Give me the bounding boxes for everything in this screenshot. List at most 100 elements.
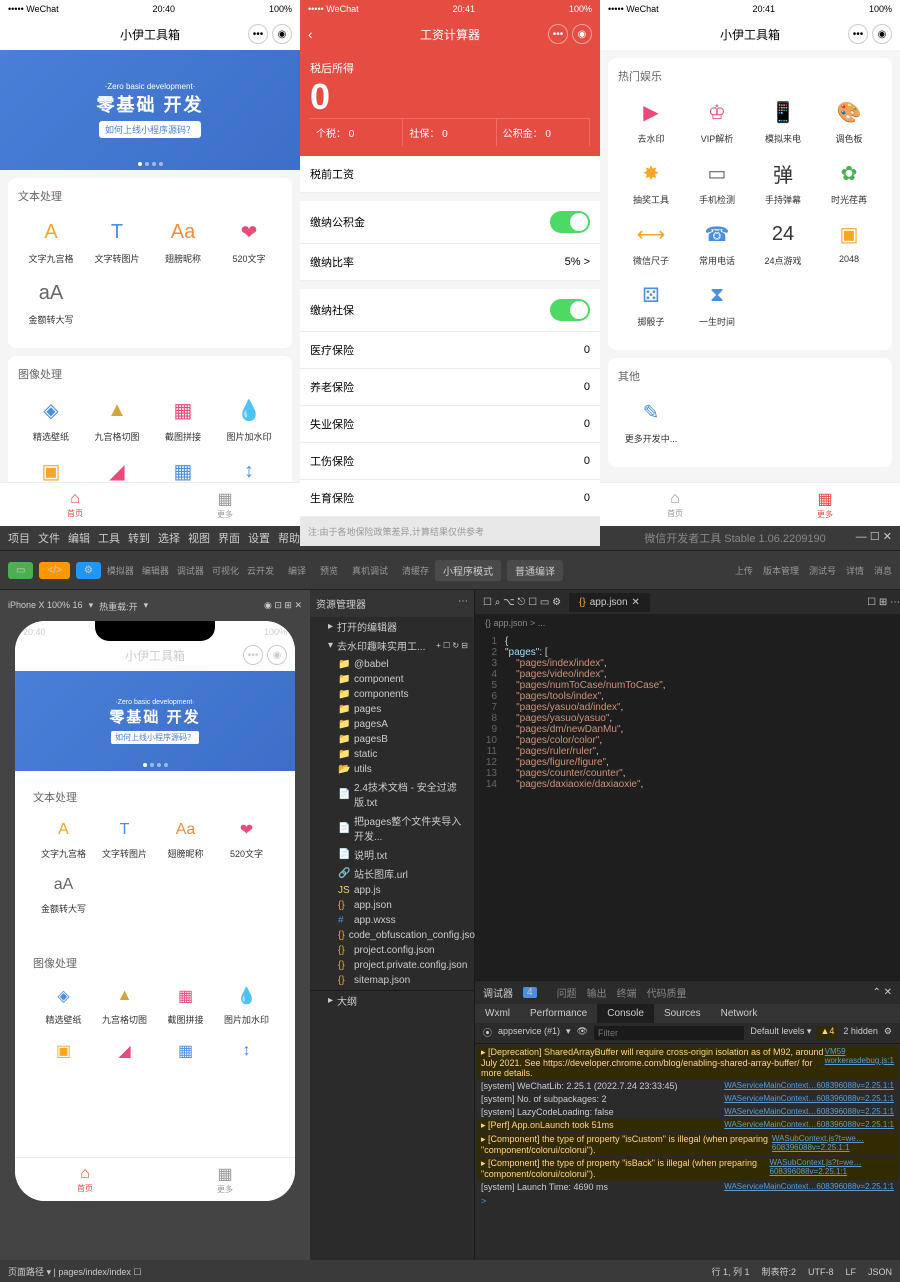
grid-item[interactable]: 2424点游戏 xyxy=(750,218,816,267)
banner[interactable]: ·Zero basic development· 零基础 开发 如何上线小程序源… xyxy=(0,50,300,170)
footer-item[interactable]: UTF-8 xyxy=(808,1267,834,1277)
tree-item[interactable]: JSapp.js xyxy=(310,883,474,898)
debugger-top-tab[interactable]: 代码质量 xyxy=(647,989,687,1000)
menu-item[interactable]: 项目 xyxy=(8,533,30,545)
grid-item[interactable]: A文字九宫格 xyxy=(18,216,84,265)
grid-item[interactable]: ▦ xyxy=(155,1038,216,1068)
list-item[interactable]: 缴纳社保 xyxy=(300,289,600,332)
debugger-top-tab[interactable]: 输出 xyxy=(587,989,607,1000)
menu-item[interactable]: 工具 xyxy=(98,533,120,545)
console-prompt[interactable]: > xyxy=(477,1194,898,1208)
grid-item[interactable]: ◈精选壁纸 xyxy=(33,983,94,1026)
tree-item[interactable]: {}sitemap.json xyxy=(310,973,474,988)
tree-item[interactable]: {}app.json xyxy=(310,898,474,913)
grid-item[interactable]: 🎨调色板 xyxy=(816,96,882,145)
grid-item[interactable]: A文字九宫格 xyxy=(33,817,94,860)
compile-select[interactable]: 普通编译 xyxy=(507,560,563,581)
list-item[interactable]: 生育保险0 xyxy=(300,480,600,517)
menu-item[interactable]: 选择 xyxy=(158,533,180,545)
debugger-tab[interactable]: Console xyxy=(597,1004,654,1023)
list-item[interactable]: 缴纳公积金 xyxy=(300,201,600,244)
menu-item[interactable]: 转到 xyxy=(128,533,150,545)
menu-item[interactable]: 界面 xyxy=(218,533,240,545)
footer-item[interactable]: 行 1, 列 1 xyxy=(711,1267,749,1277)
console-output[interactable]: ▸ [Deprecation] SharedArrayBuffer will r… xyxy=(475,1044,900,1260)
menu-item[interactable]: 设置 xyxy=(248,533,270,545)
menu-item[interactable]: 文件 xyxy=(38,533,60,545)
grid-item[interactable]: 弹手持弹幕 xyxy=(750,157,816,206)
tree-item[interactable]: {}project.private.config.json xyxy=(310,958,474,973)
code-editor[interactable]: 1{2"pages": [3 "pages/index/index",4 "pa… xyxy=(475,632,900,980)
grid-item[interactable]: Aa翅膀昵称 xyxy=(155,817,216,860)
grid-item[interactable]: ◢ xyxy=(94,1038,155,1068)
tree-item[interactable]: 📄把pages整个文件夹导入开发... xyxy=(310,811,474,845)
tree-item[interactable]: {}code_obfuscation_config.json xyxy=(310,928,474,943)
grid-item[interactable]: T文字转图片 xyxy=(94,817,155,860)
tree-item[interactable]: {}project.config.json xyxy=(310,943,474,958)
grid-item[interactable]: ▦截图拼接 xyxy=(150,394,216,443)
close-button[interactable]: ◉ xyxy=(872,24,892,44)
grid-item[interactable]: ▣2048 xyxy=(816,218,882,267)
debugger-tab[interactable]: Performance xyxy=(520,1004,597,1023)
grid-item[interactable]: ▭手机检测 xyxy=(684,157,750,206)
grid-item[interactable]: ▶去水印 xyxy=(618,96,684,145)
tree-item[interactable]: 📁pages xyxy=(310,702,474,717)
grid-item[interactable]: Aa翅膀昵称 xyxy=(150,216,216,265)
list-item[interactable]: 医疗保险0 xyxy=(300,332,600,369)
open-editors[interactable]: ▸ 打开的编辑器 xyxy=(310,617,474,636)
toolbar-action[interactable]: 编译 xyxy=(288,564,306,577)
breadcrumb[interactable]: {} app.json > ... xyxy=(475,614,900,632)
filter-input[interactable] xyxy=(594,1026,744,1040)
toolbar-action[interactable]: 清缓存 xyxy=(402,564,429,577)
back-button[interactable]: ‹ xyxy=(308,26,313,42)
tree-item[interactable]: 📁component xyxy=(310,672,474,687)
editor-button[interactable]: </> xyxy=(39,562,69,579)
tree-item[interactable]: 📁pagesA xyxy=(310,717,474,732)
switch[interactable] xyxy=(550,211,590,233)
list-item[interactable]: 工伤保险0 xyxy=(300,443,600,480)
toolbar-action[interactable]: 预览 xyxy=(320,564,338,577)
footer-item[interactable]: LF xyxy=(845,1267,856,1277)
toolbar-label[interactable]: 编辑器 xyxy=(142,564,169,577)
list-item[interactable]: 缴纳比率5% > xyxy=(300,244,600,281)
list-item[interactable]: 养老保险0 xyxy=(300,369,600,406)
tree-item[interactable]: 📂utils xyxy=(310,762,474,777)
switch[interactable] xyxy=(550,299,590,321)
project-root[interactable]: ▾ 去水印趣味实用工... + ☐ ↻ ⊟ xyxy=(310,636,474,655)
grid-item[interactable]: aA金额转大写 xyxy=(18,277,84,326)
footer-item[interactable]: 制表符:2 xyxy=(761,1267,796,1277)
footer-item[interactable]: JSON xyxy=(868,1267,892,1277)
debugger-tab[interactable]: Wxml xyxy=(475,1004,520,1023)
toolbar-action[interactable]: 测试号 xyxy=(809,564,836,577)
grid-item[interactable]: ❤520文字 xyxy=(216,216,282,265)
grid-item[interactable]: ▲九宫格切图 xyxy=(94,983,155,1026)
grid-item[interactable]: ✿时光荏苒 xyxy=(816,157,882,206)
mode-select[interactable]: 小程序模式 xyxy=(435,560,501,581)
editor-tab[interactable]: {}app.json✕ xyxy=(569,593,650,612)
menu-item[interactable]: 编辑 xyxy=(68,533,90,545)
debugger-top-tab[interactable]: 问题 xyxy=(557,989,577,1000)
toolbar-action[interactable]: 上传 xyxy=(735,564,753,577)
grid-item[interactable]: 💧图片加水印 xyxy=(216,983,277,1026)
close-button[interactable]: ◉ xyxy=(272,24,292,44)
grid-item[interactable]: 📱模拟来电 xyxy=(750,96,816,145)
grid-item[interactable]: ↕ xyxy=(216,1038,277,1068)
tree-item[interactable]: #app.wxss xyxy=(310,913,474,928)
debugger-tab[interactable]: Sources xyxy=(654,1004,711,1023)
grid-item[interactable]: ⧗一生时间 xyxy=(684,279,750,328)
tree-item[interactable]: 📁pagesB xyxy=(310,732,474,747)
toolbar-label[interactable]: 调试器 xyxy=(177,564,204,577)
grid-item[interactable]: ✎更多开发中... xyxy=(618,396,684,445)
tree-item[interactable]: 📁components xyxy=(310,687,474,702)
grid-item[interactable]: T文字转图片 xyxy=(84,216,150,265)
list-item[interactable]: 税前工资 xyxy=(300,156,600,193)
grid-item[interactable]: ▲九宫格切图 xyxy=(84,394,150,443)
menu-item[interactable]: 视图 xyxy=(188,533,210,545)
toolbar-action[interactable]: 真机调试 xyxy=(352,564,388,577)
toolbar-action[interactable]: 消息 xyxy=(874,564,892,577)
tab-home[interactable]: ⌂首页 xyxy=(0,483,150,526)
grid-item[interactable]: ▣ xyxy=(33,1038,94,1068)
menu-button[interactable]: ••• xyxy=(548,24,568,44)
grid-item[interactable]: aA金额转大写 xyxy=(33,872,94,915)
tab-home[interactable]: ⌂首页 xyxy=(600,483,750,526)
